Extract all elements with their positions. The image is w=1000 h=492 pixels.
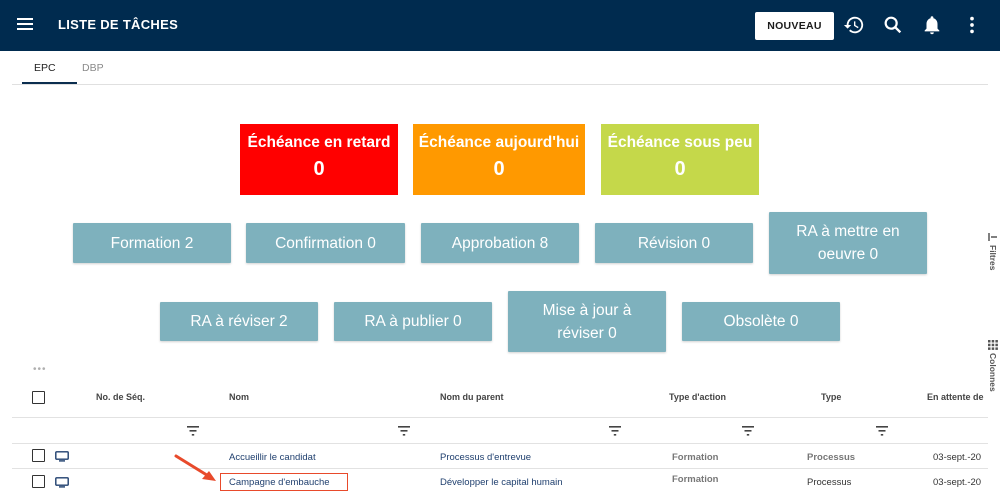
row-checkbox[interactable] bbox=[32, 475, 45, 488]
tab-dbp[interactable]: DBP bbox=[82, 62, 104, 74]
monitor-icon bbox=[55, 477, 69, 488]
column-header-seq[interactable]: No. de Séq. bbox=[96, 392, 145, 402]
more-vert-icon[interactable] bbox=[961, 14, 983, 36]
filter-icon[interactable] bbox=[187, 426, 199, 436]
tab-epc[interactable]: EPC bbox=[34, 62, 56, 74]
card-due-today-value: 0 bbox=[493, 158, 505, 180]
notifications-icon[interactable] bbox=[921, 14, 943, 36]
card-due-today-title: Échéance aujourd'hui bbox=[418, 134, 580, 151]
row-type: Processus bbox=[807, 452, 856, 463]
row-waiting-date: 03-sept.-20 bbox=[933, 477, 982, 488]
card-due-today[interactable]: Échéance aujourd'hui 0 bbox=[413, 124, 585, 195]
annotation-arrow-icon bbox=[174, 454, 216, 481]
filter-ra-publish-button[interactable]: RA à publier 0 bbox=[334, 302, 492, 341]
card-overdue[interactable]: Échéance en retard 0 bbox=[240, 124, 398, 195]
filter-icon[interactable] bbox=[876, 426, 888, 436]
filter-row-divider bbox=[12, 443, 988, 444]
header-divider bbox=[12, 417, 988, 418]
monitor-icon bbox=[55, 451, 69, 462]
row-name-link[interactable]: Accueillir le candidat bbox=[229, 452, 316, 463]
select-all-checkbox[interactable] bbox=[32, 391, 45, 404]
filter-icon[interactable] bbox=[742, 426, 754, 436]
filter-ra-review-button[interactable]: RA à réviser 2 bbox=[160, 302, 318, 341]
page-title: LISTE DE TÂCHES bbox=[58, 17, 179, 32]
row-divider bbox=[12, 468, 988, 469]
filter-formation-button[interactable]: Formation 2 bbox=[73, 223, 231, 263]
filter-panel-icon[interactable] bbox=[988, 232, 998, 242]
active-tab-indicator bbox=[22, 82, 77, 84]
filter-revision-button[interactable]: Révision 0 bbox=[595, 223, 753, 263]
column-header-waiting[interactable]: En attente de bbox=[927, 392, 984, 402]
row-action-type: Formation bbox=[672, 474, 719, 485]
card-due-soon[interactable]: Échéance sous peu 0 bbox=[601, 124, 759, 195]
top-app-bar: LISTE DE TÂCHES NOUVEAU bbox=[0, 0, 1000, 51]
card-due-soon-title: Échéance sous peu bbox=[607, 134, 753, 151]
search-icon[interactable] bbox=[882, 14, 904, 36]
menu-icon[interactable] bbox=[17, 15, 35, 35]
new-button[interactable]: NOUVEAU bbox=[755, 12, 834, 40]
column-header-action-type[interactable]: Type d'action bbox=[669, 392, 726, 402]
history-icon[interactable] bbox=[843, 14, 865, 36]
columns-side-tab[interactable]: Colonnes bbox=[988, 353, 998, 392]
drag-handle-icon[interactable]: ••• bbox=[33, 364, 47, 375]
row-action-type: Formation bbox=[672, 452, 719, 463]
filter-obsolete-button[interactable]: Obsolète 0 bbox=[682, 302, 840, 341]
columns-panel-icon[interactable] bbox=[988, 340, 998, 350]
row-checkbox[interactable] bbox=[32, 449, 45, 462]
highlight-box bbox=[220, 473, 348, 491]
tab-bar: EPC DBP bbox=[12, 52, 988, 85]
filter-update-review-button[interactable]: Mise à jour à réviser 0 bbox=[508, 291, 666, 352]
filters-side-tab[interactable]: Filtres bbox=[988, 245, 998, 271]
filter-icon[interactable] bbox=[398, 426, 410, 436]
column-header-parent[interactable]: Nom du parent bbox=[440, 392, 504, 402]
row-parent-link[interactable]: Processus d'entrevue bbox=[440, 452, 531, 463]
row-type: Processus bbox=[807, 477, 852, 488]
card-overdue-title: Échéance en retard bbox=[247, 134, 391, 151]
card-overdue-value: 0 bbox=[313, 158, 325, 180]
filter-ra-implement-button[interactable]: RA à mettre en oeuvre 0 bbox=[769, 212, 927, 274]
column-header-name[interactable]: Nom bbox=[229, 392, 249, 402]
filter-icon[interactable] bbox=[609, 426, 621, 436]
filter-approbation-button[interactable]: Approbation 8 bbox=[421, 223, 579, 263]
row-parent-link[interactable]: Développer le capital humain bbox=[440, 477, 563, 488]
row-waiting-date: 03-sept.-20 bbox=[933, 452, 982, 463]
column-header-type[interactable]: Type bbox=[821, 392, 841, 402]
filter-confirmation-button[interactable]: Confirmation 0 bbox=[246, 223, 405, 263]
card-due-soon-value: 0 bbox=[674, 158, 686, 180]
